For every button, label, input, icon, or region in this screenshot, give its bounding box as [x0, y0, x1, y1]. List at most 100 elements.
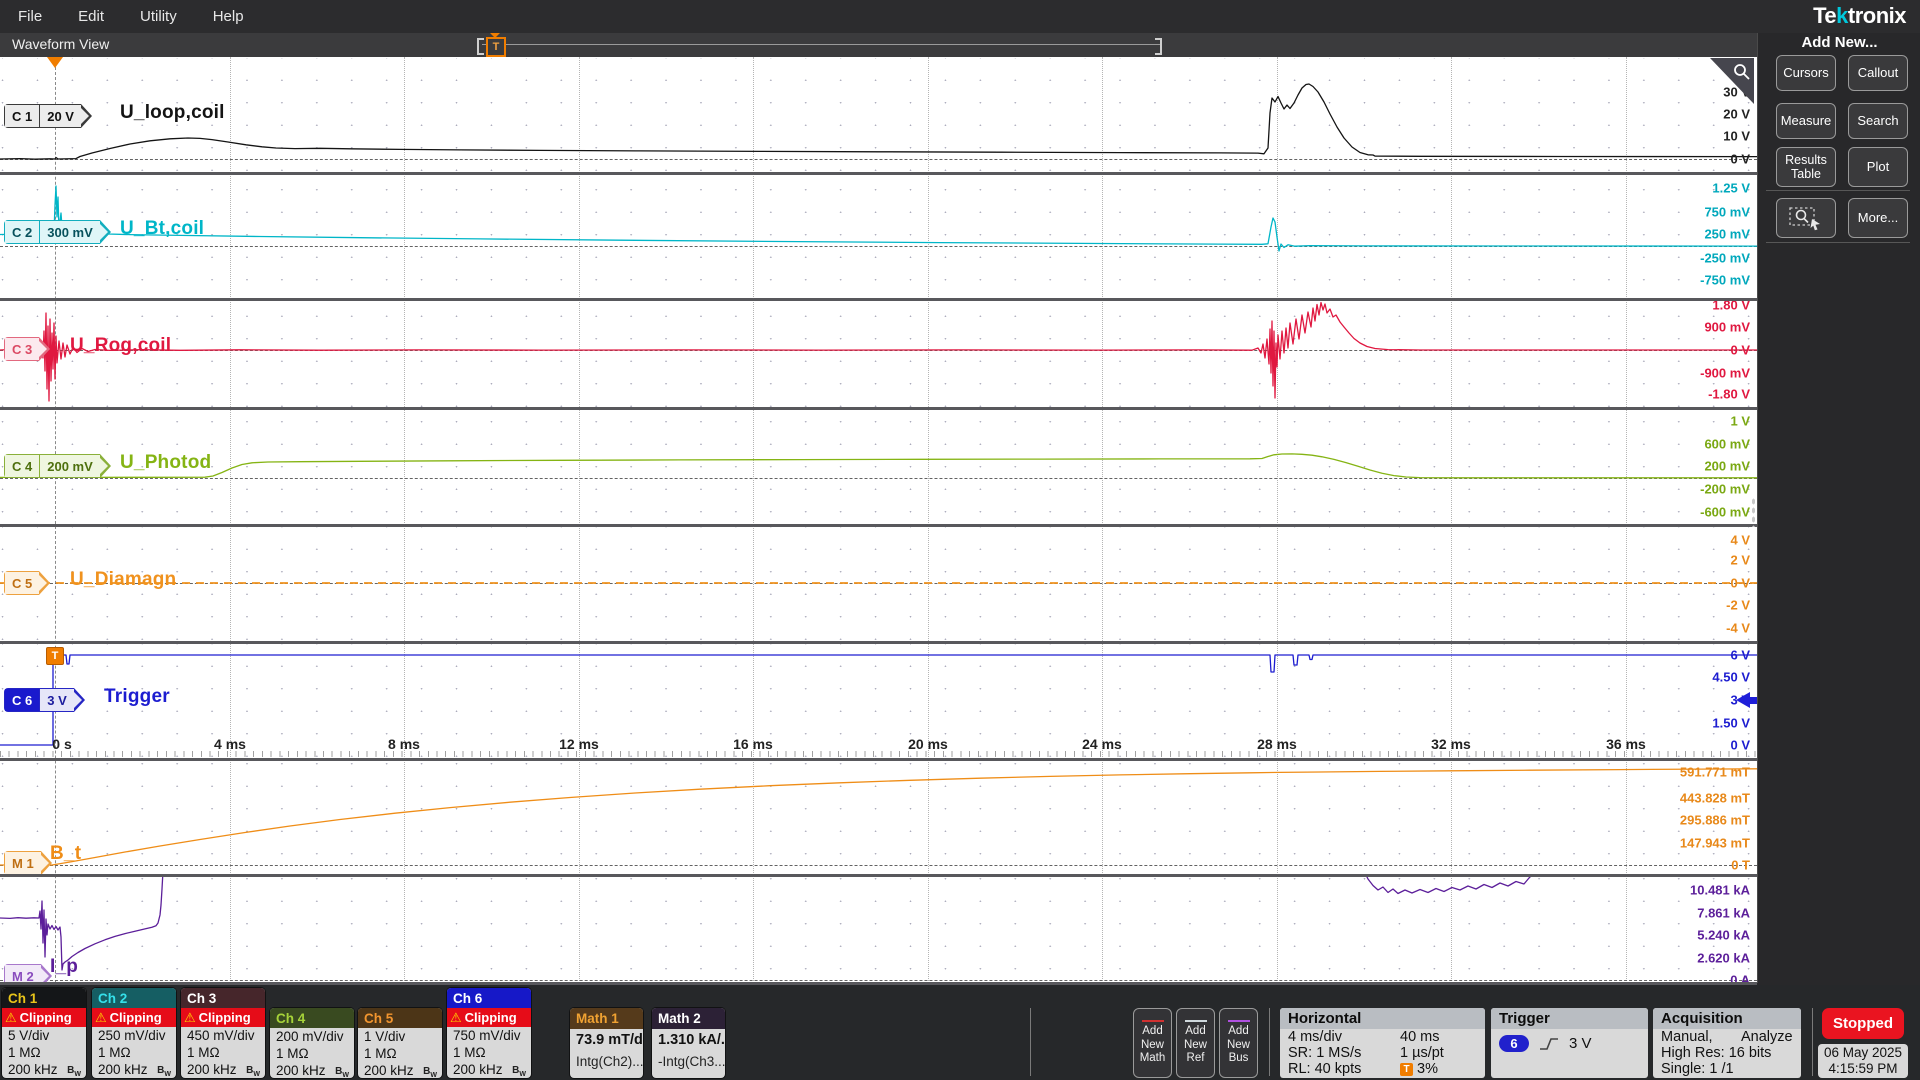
- warning-icon: ⚠: [5, 1011, 17, 1024]
- add-new-bus-button[interactable]: AddNewBus: [1219, 1008, 1258, 1078]
- time-label: 20 ms: [908, 736, 948, 752]
- scale-label-m1: 0 T: [1731, 858, 1750, 873]
- badge-box-c4: C 4200 mV: [4, 454, 100, 478]
- scale-label-m1: 443.828 mT: [1680, 791, 1750, 806]
- acquisition-panel[interactable]: Acquisition Manual,Analyze High Res: 16 …: [1653, 1008, 1801, 1078]
- channel-badge-c5[interactable]: C 5: [4, 571, 50, 595]
- channel-badge-m1[interactable]: M 1: [4, 851, 52, 874]
- ch-badge-title: Ch 4: [270, 1008, 354, 1028]
- bandwidth-limit-icon: BW: [423, 1063, 437, 1078]
- ch-badge-6[interactable]: Ch 6⚠Clipping750 mV/div1 MΩ200 kHzBW: [447, 988, 531, 1078]
- menu-utility[interactable]: Utility: [140, 8, 177, 25]
- channel-badge-c6[interactable]: C 63 V: [4, 688, 85, 712]
- zoom-select-icon: [1788, 205, 1824, 231]
- horizontal-right-value: 1 µs/pt: [1400, 1045, 1444, 1061]
- sidebar-button-results-table[interactable]: Results Table: [1776, 147, 1836, 187]
- scale-label-c5: 4 V: [1730, 533, 1750, 548]
- ch-badge-1[interactable]: Ch 1⚠Clipping5 V/div1 MΩ200 kHzBW: [2, 988, 86, 1078]
- scale-label-c3: 1.80 V: [1712, 301, 1750, 313]
- oscilloscope-screen: File Edit Utility Help Tektronix Wavefor…: [0, 0, 1920, 1080]
- ch-badge-row: 450 mV/div: [181, 1027, 265, 1044]
- ch-badge-2[interactable]: Ch 2⚠Clipping250 mV/div1 MΩ200 kHzBW: [92, 988, 176, 1078]
- warning-icon: ⚠: [95, 1011, 107, 1024]
- add-new-ref-button[interactable]: AddNewRef: [1176, 1008, 1215, 1078]
- sidebar-button-callout[interactable]: Callout: [1848, 55, 1908, 91]
- ch-badge-title: Ch 1: [2, 988, 86, 1008]
- sidebar-button-cursors[interactable]: Cursors: [1776, 55, 1836, 91]
- scale-label-m1: 295.886 mT: [1680, 813, 1750, 828]
- sidebar-button-search[interactable]: Search: [1848, 103, 1908, 139]
- channel-name-c6: C 6: [5, 689, 39, 711]
- ch-badge-3[interactable]: Ch 3⚠Clipping450 mV/div1 MΩ200 kHzBW: [181, 988, 265, 1078]
- ch-badge-row: 200 kHzBW: [2, 1061, 86, 1078]
- trigger-level-arrow-icon[interactable]: [1736, 692, 1757, 708]
- channel-scale-c2: 300 mV: [39, 221, 100, 243]
- channel-badge-m2[interactable]: M 2: [4, 964, 52, 983]
- sidebar-button-more[interactable]: More...: [1848, 198, 1908, 238]
- ch-badge-row: 200 kHzBW: [92, 1061, 176, 1078]
- slice-separator: [0, 758, 1757, 761]
- bandwidth-limit-icon: BW: [67, 1062, 81, 1078]
- settings-bar: Horizontal 4 ms/div40 msSR: 1 MS/s1 µs/p…: [0, 985, 1920, 1080]
- channel-badge-c4[interactable]: C 4200 mV: [4, 454, 111, 478]
- ch-badge-title: Ch 6: [447, 988, 531, 1008]
- ch-badge-4[interactable]: Ch 4200 mV/div1 MΩ200 kHzBW: [270, 1008, 354, 1078]
- scale-label-c1: 20 V: [1723, 107, 1750, 122]
- clipping-warning: ⚠Clipping: [181, 1008, 265, 1027]
- waveform-view-title: Waveform View: [12, 36, 109, 52]
- clipping-label: Clipping: [465, 1010, 517, 1025]
- badge-box-c3: C 3: [4, 337, 39, 361]
- scale-label-m1: 591.771 mT: [1680, 765, 1750, 780]
- trigger-panel[interactable]: Trigger 6 3 V: [1491, 1008, 1648, 1078]
- channel-badge-c1[interactable]: C 120 V: [4, 104, 92, 128]
- trace-c4: [0, 410, 1757, 524]
- scale-label-c4: -200 mV: [1700, 482, 1750, 497]
- math-badge-2[interactable]: Math 21.310 kA/...-Intg(Ch3...: [652, 1008, 725, 1078]
- ch-badge-row: 250 mV/div: [92, 1027, 176, 1044]
- badge-arrow-tip: [100, 454, 111, 478]
- badge-box-c1: C 120 V: [4, 104, 81, 128]
- time-label: 0 s: [52, 736, 71, 752]
- channel-badge-c3[interactable]: C 3: [4, 337, 50, 361]
- run-stop-status[interactable]: Stopped: [1822, 1008, 1904, 1039]
- ch-badge-row: 1 MΩ: [447, 1044, 531, 1061]
- math-scale: 1.310 kA/...: [652, 1029, 725, 1052]
- sidebar-button-zoom-select[interactable]: [1776, 198, 1836, 238]
- add-new-math-button[interactable]: AddNewMath: [1133, 1008, 1172, 1078]
- add-button-label-line: Bus: [1220, 1052, 1257, 1066]
- add-button-label-line: Add: [1134, 1025, 1171, 1039]
- sidebar-button-plot[interactable]: Plot: [1848, 147, 1908, 187]
- channel-slice-c2: 1.25 V750 mV250 mV-250 mV-750 mVC 2300 m…: [0, 175, 1757, 298]
- channel-name-m1: M 1: [5, 852, 41, 874]
- scale-label-c6: 4.50 V: [1712, 670, 1750, 685]
- ch-badge-5[interactable]: Ch 51 V/div1 MΩ200 kHzBW: [358, 1008, 442, 1078]
- math-badge-1[interactable]: Math 173.9 mT/divIntg(Ch2)...: [570, 1008, 643, 1078]
- minimap-record-line: [482, 44, 1160, 45]
- warning-icon: ⚠: [450, 1011, 462, 1024]
- clipping-label: Clipping: [20, 1010, 72, 1025]
- channel-name-c1: C 1: [5, 105, 39, 127]
- bandwidth-limit-icon: BW: [246, 1062, 260, 1078]
- scale-label-c4: -600 mV: [1700, 505, 1750, 520]
- menu-edit[interactable]: Edit: [78, 8, 104, 25]
- scale-label-c4: 600 mV: [1704, 437, 1750, 452]
- menu-file[interactable]: File: [18, 8, 42, 25]
- trace-label-c3: U_Rog,coil: [70, 335, 171, 357]
- channel-scale-c1: 20 V: [39, 105, 81, 127]
- trigger-position-icon: T: [1400, 1063, 1413, 1076]
- channel-badge-c2[interactable]: C 2300 mV: [4, 220, 111, 244]
- minimap-trigger-flag[interactable]: T: [486, 37, 506, 57]
- math-function: -Intg(Ch3...: [652, 1052, 725, 1074]
- badge-box-c2: C 2300 mV: [4, 220, 100, 244]
- scale-label-m2: 2.620 kA: [1697, 951, 1750, 966]
- channel-slice-c5: 4 V2 V0 V-2 V-4 VC 5U_Diamagn: [0, 527, 1757, 641]
- scale-label-c4: 1 V: [1730, 414, 1750, 429]
- scale-label-c3: -1.80 V: [1708, 387, 1750, 402]
- clipping-label: Clipping: [199, 1010, 251, 1025]
- trigger-position-marker-icon[interactable]: [47, 57, 63, 68]
- horizontal-right-value: 40 ms: [1400, 1029, 1440, 1045]
- horizontal-panel[interactable]: Horizontal 4 ms/div40 msSR: 1 MS/s1 µs/p…: [1280, 1008, 1485, 1078]
- time-axis-ticks: [0, 751, 1757, 757]
- menu-help[interactable]: Help: [213, 8, 244, 25]
- sidebar-button-measure[interactable]: Measure: [1776, 103, 1836, 139]
